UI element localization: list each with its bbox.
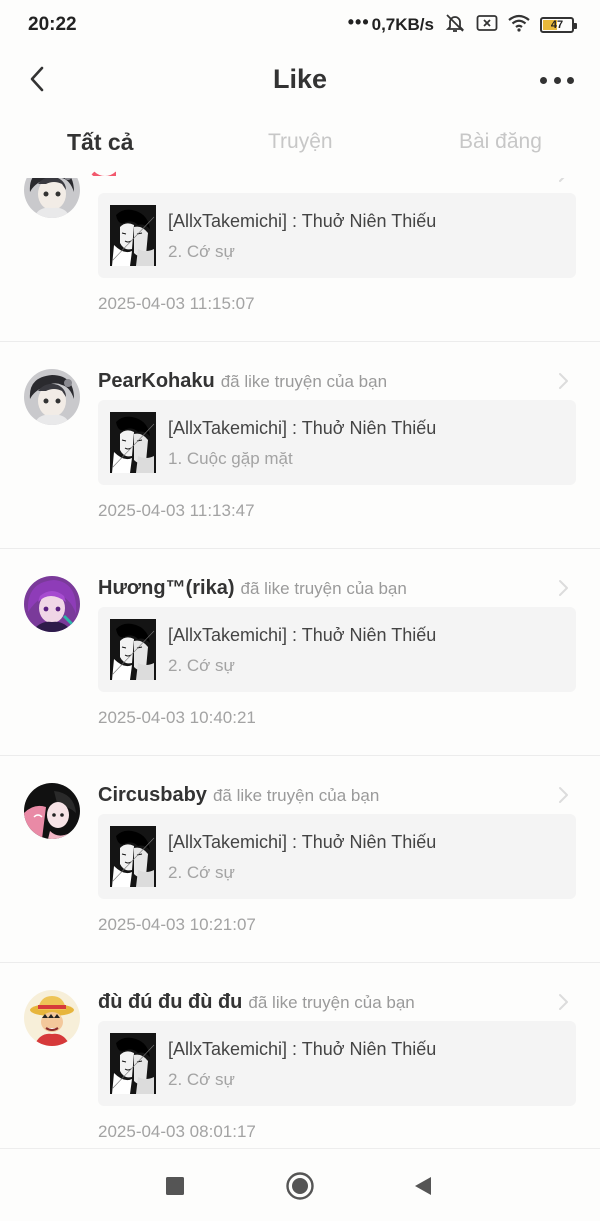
notification-item[interactable]: đù đú đu đù đu đã like truyện của bạn [Al… <box>0 963 600 1148</box>
story-title: [AllxTakemichi] : Thuở Niên Thiếu <box>168 418 437 438</box>
username[interactable]: PearKohaku <box>98 370 215 392</box>
chapter-title: 2. Cớ sự <box>168 656 235 675</box>
sim-x-icon <box>476 14 498 37</box>
back-triangle-icon[interactable] <box>408 1171 438 1201</box>
story-cover-image <box>110 826 156 887</box>
battery-level: 47 <box>550 19 564 31</box>
notification-title: Circusbaby đã like truyện của bạn <box>98 784 558 807</box>
chevron-right-icon[interactable] <box>556 786 570 804</box>
status-icons: ••• 0,7KB/s 47 <box>347 11 577 39</box>
story-cover-image <box>110 205 156 266</box>
username[interactable]: Circusbaby <box>98 784 207 806</box>
notification-title: đù đú đu đù đu đã like truyện của bạn <box>98 991 558 1014</box>
chevron-right-icon[interactable] <box>556 993 570 1011</box>
more-dot <box>567 76 574 84</box>
notification-item[interactable]: Hương™(rika) đã like truyện của bạn [Allx… <box>0 549 600 756</box>
username[interactable]: đù đú đu đù đu <box>98 991 242 1013</box>
more-options-button[interactable] <box>540 72 574 88</box>
chapter-title: 2. Cớ sự <box>168 1070 235 1089</box>
notification-item[interactable]: PearKohaku đã like truyện của bạn [AllxTa… <box>0 342 600 549</box>
tab-stories[interactable]: Truyện <box>268 130 333 154</box>
story-title: [AllxTakemichi] : Thuở Niên Thiếu <box>168 211 437 231</box>
story-card[interactable]: [AllxTakemichi] : Thuở Niên Thiếu 1. Cuộ… <box>98 400 576 485</box>
username[interactable]: Hương™(rika) <box>98 577 234 599</box>
home-circle-icon[interactable] <box>285 1171 315 1201</box>
story-title: [AllxTakemichi] : Thuở Niên Thiếu <box>168 832 437 852</box>
page-title: Like <box>272 64 328 94</box>
system-nav-bar <box>0 1148 600 1221</box>
user-avatar[interactable] <box>24 783 80 839</box>
mute-icon <box>444 12 466 39</box>
notification-item[interactable]: [AllxTakemichi] : Thuở Niên Thiếu 2. Cớ … <box>0 178 600 342</box>
notification-time: 2025-04-03 11:13:47 <box>98 501 255 520</box>
story-card[interactable]: [AllxTakemichi] : Thuở Niên Thiếu 2. Cớ … <box>98 193 576 278</box>
notification-title: Hương™(rika) đã like truyện của bạn <box>98 577 558 600</box>
notification-title <box>98 178 558 186</box>
story-card[interactable]: [AllxTakemichi] : Thuở Niên Thiếu 2. Cớ … <box>98 607 576 692</box>
chapter-title: 2. Cớ sự <box>168 242 235 261</box>
recents-square-icon[interactable] <box>160 1171 190 1201</box>
chapter-title: 1. Cuộc gặp mặt <box>168 449 293 468</box>
network-speed: 0,7KB/s <box>371 15 434 34</box>
status-dots: ••• <box>347 11 370 32</box>
user-avatar[interactable] <box>24 369 80 425</box>
action-text: đã like truyện của bạn <box>220 372 388 391</box>
story-title: [AllxTakemichi] : Thuở Niên Thiếu <box>168 625 437 645</box>
status-time: 20:22 <box>28 14 77 35</box>
notification-time: 2025-04-03 08:01:17 <box>98 1122 256 1141</box>
status-bar: 20:22 ••• 0,7KB/s 47 <box>0 0 600 50</box>
tab-all[interactable]: Tất cả <box>67 129 133 156</box>
wifi-icon <box>508 14 530 37</box>
battery-icon: 47 <box>540 17 577 33</box>
app-header: Like <box>0 50 600 110</box>
more-dot <box>553 76 561 84</box>
action-text: đã like truyện của bạn <box>240 579 407 598</box>
story-cover-image <box>110 1033 156 1094</box>
action-text: đã like truyện của bạn <box>248 993 415 1012</box>
notification-list[interactable]: [AllxTakemichi] : Thuở Niên Thiếu 2. Cớ … <box>0 178 600 1148</box>
tab-posts[interactable]: Bài đăng <box>459 130 542 154</box>
story-card[interactable]: [AllxTakemichi] : Thuở Niên Thiếu 2. Cớ … <box>98 814 576 899</box>
chevron-right-icon[interactable] <box>556 579 570 597</box>
active-tab-indicator <box>86 160 116 176</box>
user-avatar[interactable] <box>24 990 80 1046</box>
user-avatar[interactable] <box>24 178 80 218</box>
action-text: đã like truyện của bạn <box>212 786 380 805</box>
user-avatar[interactable] <box>24 576 80 632</box>
chevron-right-icon[interactable] <box>556 178 570 183</box>
story-cover-image <box>110 412 156 473</box>
chevron-right-icon[interactable] <box>556 372 570 390</box>
chapter-title: 2. Cớ sự <box>168 863 235 882</box>
notification-time: 2025-04-03 11:15:07 <box>98 294 255 313</box>
notification-time: 2025-04-03 10:40:21 <box>98 708 256 727</box>
notification-item[interactable]: Circusbaby đã like truyện của bạn [AllxTa… <box>0 756 600 963</box>
story-card[interactable]: [AllxTakemichi] : Thuở Niên Thiếu 2. Cớ … <box>98 1021 576 1106</box>
story-title: [AllxTakemichi] : Thuở Niên Thiếu <box>168 1039 437 1059</box>
notification-title: PearKohaku đã like truyện của bạn <box>98 370 558 393</box>
tab-bar: Tất cả Truyện Bài đăng <box>0 120 600 178</box>
story-cover-image <box>110 619 156 680</box>
notification-time: 2025-04-03 10:21:07 <box>98 915 256 934</box>
more-dot <box>540 76 547 84</box>
